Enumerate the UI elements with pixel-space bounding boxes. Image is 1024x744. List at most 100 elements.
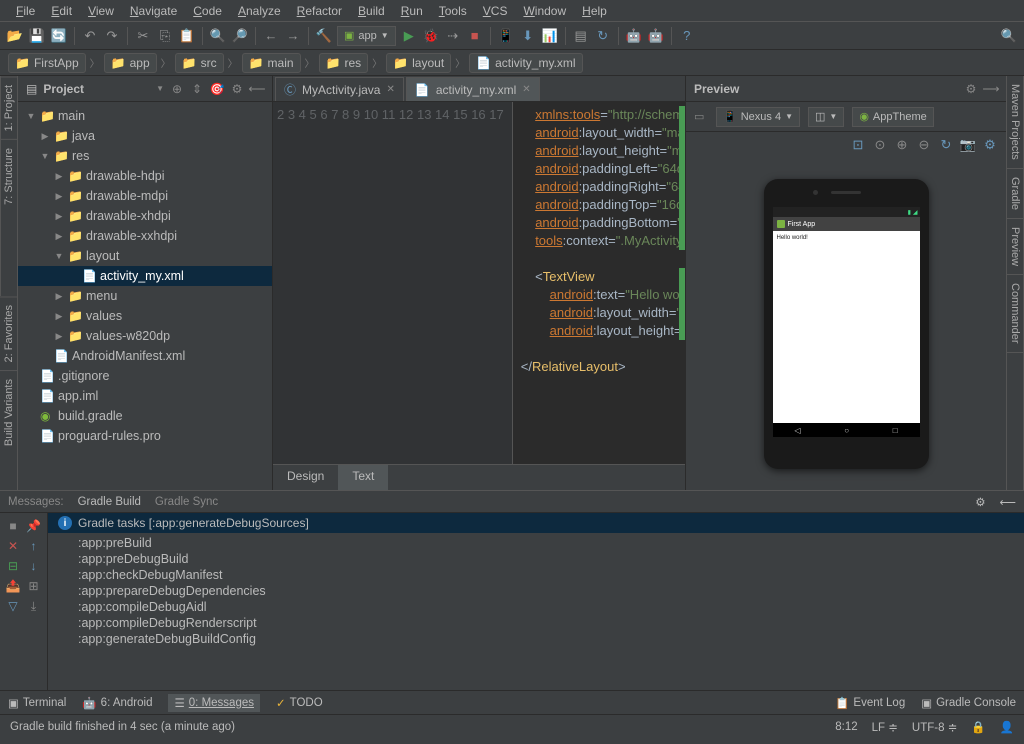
zoom-out-icon[interactable]: ⊖	[916, 137, 932, 153]
breadcrumb-item[interactable]: 📁app	[104, 53, 157, 73]
tool-tab[interactable]: Commander	[1007, 275, 1023, 353]
run-icon[interactable]: ▶	[400, 27, 418, 45]
menu-build[interactable]: Build	[350, 2, 393, 19]
close-icon[interactable]: ✕	[386, 84, 394, 95]
tree-node[interactable]: 📄AndroidManifest.xml	[18, 346, 272, 366]
structure-icon[interactable]: ▤	[572, 27, 590, 45]
expand-icon[interactable]: ⊞	[25, 577, 43, 595]
code-text[interactable]: xmlns:tools="http://schemas.android.co a…	[513, 102, 685, 464]
settings-icon[interactable]: ⚙	[982, 137, 998, 153]
menu-edit[interactable]: Edit	[43, 2, 80, 19]
editor-tab[interactable]: ⒸMyActivity.java✕	[275, 77, 404, 101]
orientation-icon[interactable]: ▭	[694, 110, 708, 123]
gradle-build-tab[interactable]: Gradle Build	[78, 496, 141, 508]
up-icon[interactable]: ↑	[25, 537, 43, 555]
close-icon[interactable]: ✕	[4, 537, 22, 555]
cursor-position[interactable]: 8:12	[835, 721, 857, 733]
encoding[interactable]: UTF-8 ≑	[912, 720, 957, 734]
menu-analyze[interactable]: Analyze	[230, 2, 289, 19]
theme-selector[interactable]: ◉AppTheme	[852, 107, 933, 127]
menu-refactor[interactable]: Refactor	[289, 2, 350, 19]
api-selector[interactable]: ◫▼	[808, 107, 844, 127]
tree-node[interactable]: 📄activity_my.xml	[18, 266, 272, 286]
breadcrumb-item[interactable]: 📁src	[175, 53, 224, 73]
tree-node[interactable]: ▶📁values-w820dp	[18, 326, 272, 346]
tree-node[interactable]: 📄app.iml	[18, 386, 272, 406]
tool-tab[interactable]: Gradle	[1007, 169, 1023, 219]
chevron-down-icon[interactable]: ▼	[156, 84, 164, 93]
gear-icon[interactable]: ⚙	[964, 82, 978, 96]
sdk-icon[interactable]: ⬇	[519, 27, 537, 45]
make-icon[interactable]: 🔨	[315, 27, 333, 45]
messages-tab[interactable]: ☰0: Messages	[168, 694, 260, 712]
menu-navigate[interactable]: Navigate	[122, 2, 185, 19]
run-config-selector[interactable]: ▣app▼	[337, 26, 396, 46]
copy-icon[interactable]: ⎘	[156, 27, 174, 45]
tree-node[interactable]: ▼📁layout	[18, 246, 272, 266]
tree-node[interactable]: 📄proguard-rules.pro	[18, 426, 272, 446]
debug-icon[interactable]: 🐞	[422, 27, 440, 45]
menu-tools[interactable]: Tools	[431, 2, 475, 19]
collapse-icon[interactable]: ⊟	[4, 557, 22, 575]
help-icon[interactable]: ?	[678, 27, 696, 45]
text-tab[interactable]: Text	[338, 465, 388, 490]
tree-node[interactable]: ▶📁values	[18, 306, 272, 326]
menu-code[interactable]: Code	[185, 2, 230, 19]
gear-icon[interactable]: ⚙	[230, 82, 244, 96]
tool-tab[interactable]: Preview	[1007, 219, 1023, 275]
save-icon[interactable]: 💾	[28, 27, 46, 45]
editor-tab[interactable]: 📄activity_my.xml✕	[406, 77, 540, 101]
line-ending[interactable]: LF ≑	[872, 720, 898, 734]
tree-node[interactable]: ▶📁drawable-xhdpi	[18, 206, 272, 226]
tool-tab[interactable]: 1: Project	[1, 76, 17, 139]
project-tree[interactable]: ▼📁main▶📁java▼📁res▶📁drawable-hdpi▶📁drawab…	[18, 102, 272, 490]
tree-node[interactable]: ▶📁drawable-mdpi	[18, 186, 272, 206]
target-icon[interactable]: ⊕	[170, 82, 184, 96]
tool-tab[interactable]: 7: Structure	[1, 139, 17, 213]
gradle-console-tab[interactable]: ▣Gradle Console	[921, 696, 1016, 710]
tree-node[interactable]: ▶📁menu	[18, 286, 272, 306]
terminal-tab[interactable]: ▣Terminal	[8, 696, 66, 710]
attach-icon[interactable]: ⇢	[444, 27, 462, 45]
menu-help[interactable]: Help	[574, 2, 615, 19]
android-tab[interactable]: 🤖6: Android	[82, 696, 152, 710]
refresh-icon[interactable]: ↻	[938, 137, 954, 153]
tree-node[interactable]: ▼📁main	[18, 106, 272, 126]
android1-icon[interactable]: 🤖	[625, 27, 643, 45]
open-icon[interactable]: 📂	[6, 27, 24, 45]
menu-run[interactable]: Run	[393, 2, 431, 19]
redo-icon[interactable]: ↷	[103, 27, 121, 45]
tree-node[interactable]: 📄.gitignore	[18, 366, 272, 386]
menu-vcs[interactable]: VCS	[475, 2, 516, 19]
menu-window[interactable]: Window	[515, 2, 574, 19]
tree-node[interactable]: ▶📁drawable-hdpi	[18, 166, 272, 186]
monitor-icon[interactable]: 📊	[541, 27, 559, 45]
back-icon[interactable]: ←	[262, 27, 280, 45]
breadcrumb-item[interactable]: 📁main	[242, 53, 301, 73]
undo-icon[interactable]: ↶	[81, 27, 99, 45]
forward-icon[interactable]: →	[284, 27, 302, 45]
hide-icon[interactable]: ⟶	[984, 82, 998, 96]
zoom-fit-icon[interactable]: ⊡	[850, 137, 866, 153]
code-editor[interactable]: 2 3 4 5 6 7 8 9 10 11 12 13 14 15 16 17 …	[273, 102, 685, 464]
avd-icon[interactable]: 📱	[497, 27, 515, 45]
android2-icon[interactable]: 🤖	[647, 27, 665, 45]
pin-icon[interactable]: 📌	[25, 517, 43, 535]
sync-icon[interactable]: 🔄	[50, 27, 68, 45]
export-icon[interactable]: 📤	[4, 577, 22, 595]
event-log-tab[interactable]: 📋Event Log	[835, 696, 905, 710]
breadcrumb-item[interactable]: 📄activity_my.xml	[469, 53, 582, 73]
todo-tab[interactable]: ✓TODO	[276, 696, 323, 710]
collapse-icon[interactable]: ⇕	[190, 82, 204, 96]
lock-icon[interactable]: 🔒	[971, 720, 985, 734]
gear-icon[interactable]: ⚙	[975, 495, 985, 509]
zoom-in-icon[interactable]: ⊕	[894, 137, 910, 153]
autoscroll-icon[interactable]: ⤓	[25, 597, 43, 615]
camera-icon[interactable]: 📷	[960, 137, 976, 153]
menu-view[interactable]: View	[80, 2, 122, 19]
tool-tab[interactable]: Maven Projects	[1007, 76, 1023, 169]
gradle-sync-tab[interactable]: Gradle Sync	[155, 496, 218, 508]
stop-icon[interactable]: ■	[466, 27, 484, 45]
sync2-icon[interactable]: ↻	[594, 27, 612, 45]
filter-icon[interactable]: ▽	[4, 597, 22, 615]
